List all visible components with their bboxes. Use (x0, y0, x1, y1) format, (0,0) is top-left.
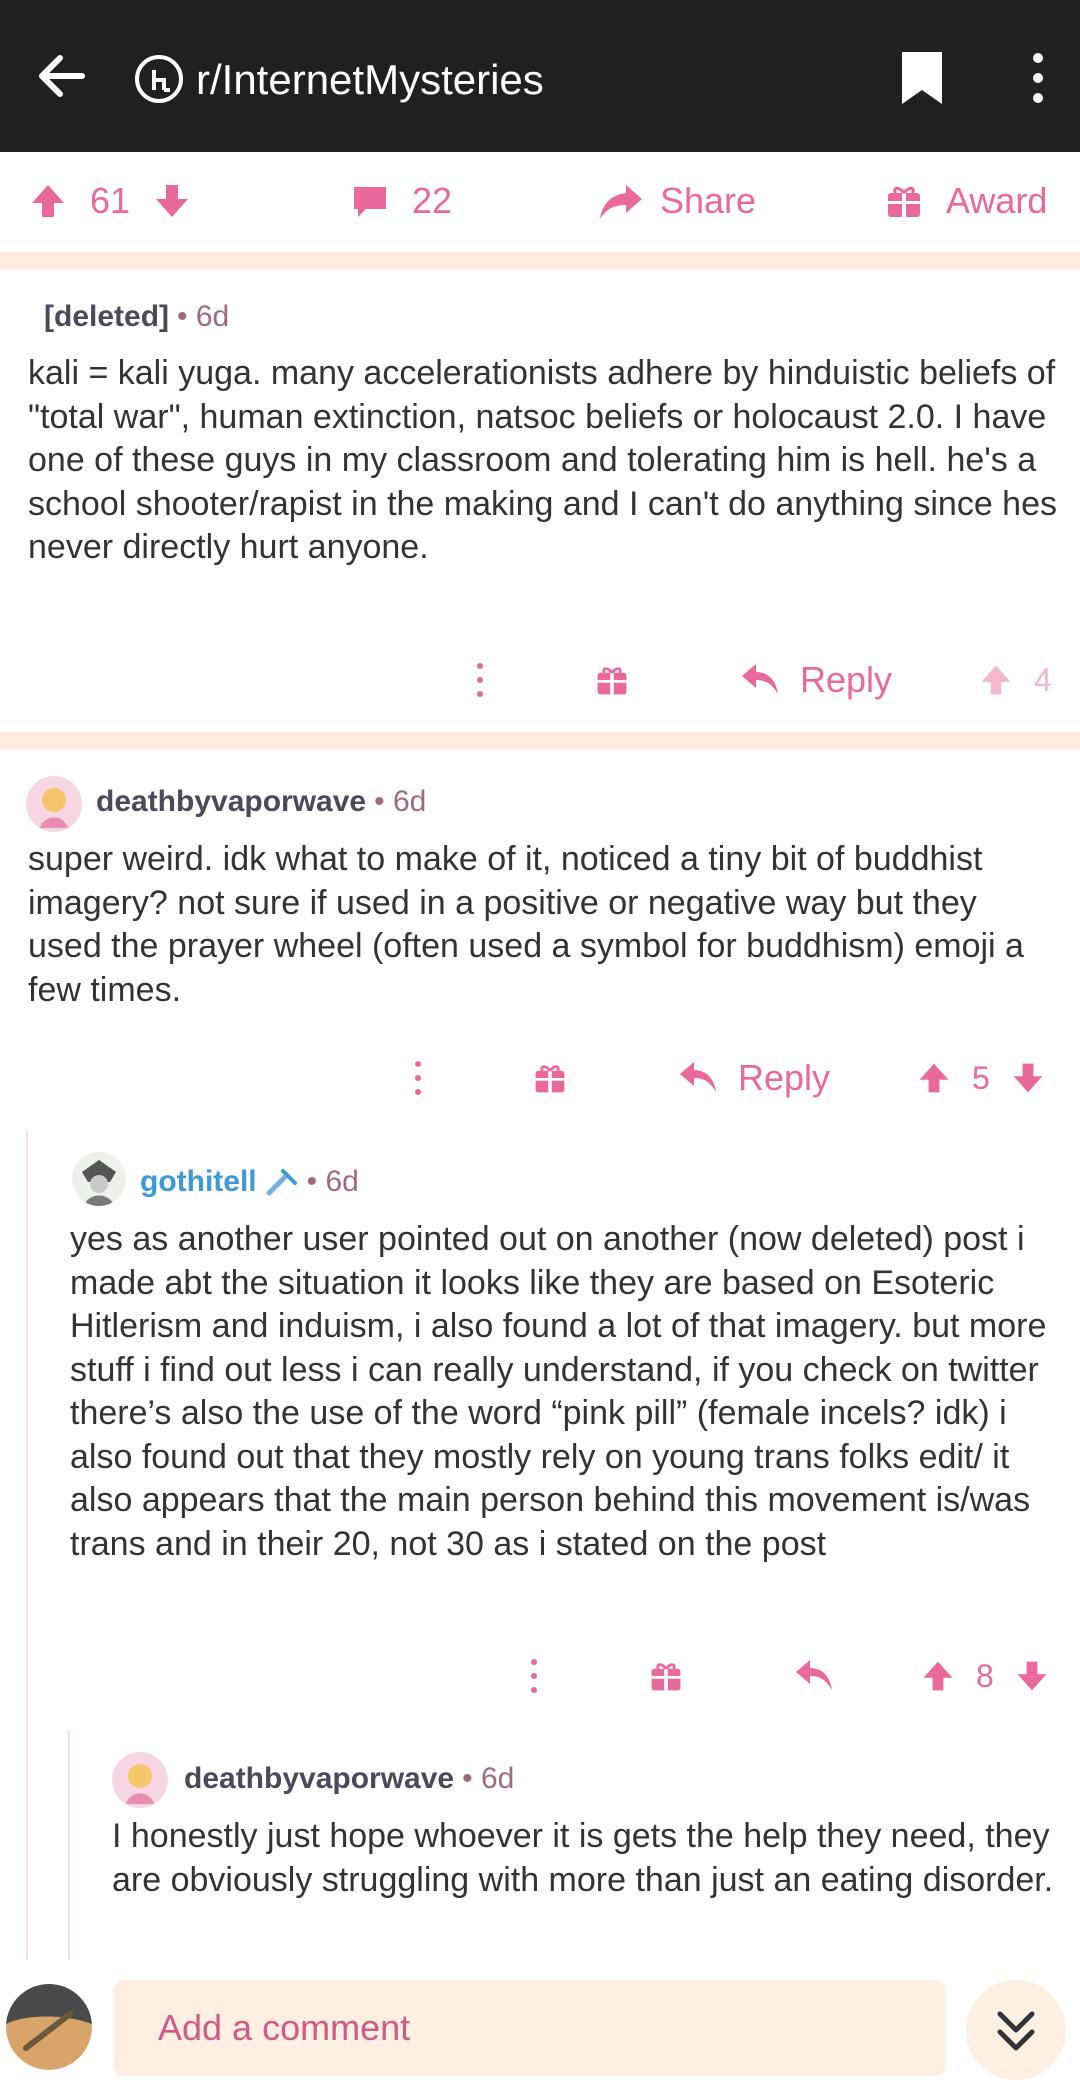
collapse-chevron-icon[interactable] (966, 1980, 1066, 2080)
comment-author[interactable]: gothitell (140, 1165, 257, 1199)
post-vote-group: 61 (28, 180, 192, 222)
comment-body: kali = kali yuga. many accelerationists … (28, 354, 1057, 566)
overflow-menu-icon[interactable] (1020, 48, 1056, 108)
upvote-icon[interactable] (978, 662, 1014, 698)
subreddit-icon[interactable] (134, 54, 184, 104)
comment-vote-count: 4 (1034, 661, 1052, 698)
subreddit-name[interactable]: r/InternetMysteries (196, 52, 544, 108)
comment-meta: [deleted] • 6d (44, 300, 229, 334)
add-comment-placeholder: Add a comment (158, 2007, 411, 2048)
reply-arrow-icon (680, 1062, 716, 1092)
reply-button[interactable]: Reply (678, 1057, 830, 1099)
reply-button[interactable]: Reply (740, 659, 892, 701)
comment-meta: gothitell • 6d (140, 1165, 359, 1199)
reply-arrow-icon (742, 664, 778, 694)
moderator-sword-icon (266, 1169, 297, 1196)
user-avatar[interactable] (72, 1152, 126, 1206)
comment-body: I honestly just hope whoever it is gets … (112, 1817, 1054, 1899)
comment-actions: Reply 5 (408, 1054, 1046, 1102)
top-app-bar: r/InternetMysteries (0, 0, 1080, 152)
user-avatar[interactable] (112, 1752, 168, 1808)
reply-arrow-icon[interactable] (794, 1658, 834, 1694)
downvote-icon[interactable] (152, 181, 192, 221)
upvote-icon[interactable] (920, 1658, 956, 1694)
comment-meta: deathbyvaporwave • 6d (96, 785, 426, 819)
comment-time: • 6d (177, 300, 230, 333)
comment-time: • 6d (462, 1762, 515, 1795)
comments-button[interactable]: 22 (350, 180, 452, 222)
comment-time: • 6d (306, 1165, 359, 1198)
back-arrow-icon[interactable] (32, 46, 92, 106)
share-button[interactable]: Share (598, 180, 756, 222)
add-comment-input[interactable]: Add a comment (114, 1980, 946, 2076)
comment-body: super weird. idk what to make of it, not… (28, 840, 1024, 1009)
comment-more-icon[interactable] (470, 660, 490, 700)
comment-award-icon[interactable] (648, 1658, 684, 1694)
my-avatar[interactable] (6, 1984, 92, 2070)
comment-vote-count: 8 (976, 1657, 994, 1694)
separator (0, 252, 1080, 270)
downvote-icon[interactable] (1010, 1060, 1046, 1096)
share-label: Share (660, 180, 757, 221)
reply-label: Reply (738, 1057, 831, 1098)
comment-award-icon[interactable] (594, 662, 630, 698)
comment-count: 22 (412, 180, 453, 221)
thread-line (68, 1730, 70, 1960)
separator (0, 732, 1080, 750)
comment-more-icon[interactable] (408, 1058, 428, 1098)
upvote-icon[interactable] (28, 181, 68, 221)
comment-author[interactable]: deathbyvaporwave (96, 785, 366, 819)
comment-author[interactable]: [deleted] (44, 300, 169, 334)
share-arrow-icon (600, 185, 642, 219)
comment-bubble-icon (354, 187, 386, 217)
comment-body: yes as another user pointed out on anoth… (70, 1220, 1047, 1563)
comment-author[interactable]: deathbyvaporwave (184, 1762, 454, 1796)
reply-label: Reply (800, 659, 893, 700)
award-label: Award (946, 180, 1048, 221)
comment-meta: deathbyvaporwave • 6d (184, 1762, 514, 1796)
upvote-icon[interactable] (916, 1060, 952, 1096)
bookmark-icon[interactable] (898, 50, 946, 106)
award-button[interactable]: Award (884, 180, 1047, 222)
downvote-icon[interactable] (1014, 1658, 1050, 1694)
comment-award-icon[interactable] (532, 1060, 568, 1096)
post-upvote-count: 61 (90, 180, 131, 221)
thread-line (26, 1130, 28, 1960)
gift-icon (888, 186, 920, 217)
comment-time: • 6d (374, 785, 427, 818)
user-avatar[interactable] (26, 776, 82, 832)
comment-more-icon[interactable] (524, 1656, 544, 1696)
comment-vote-count: 5 (972, 1059, 990, 1096)
comment-actions: Reply 4 (470, 656, 1052, 704)
comment-actions: 8 (524, 1652, 1050, 1700)
